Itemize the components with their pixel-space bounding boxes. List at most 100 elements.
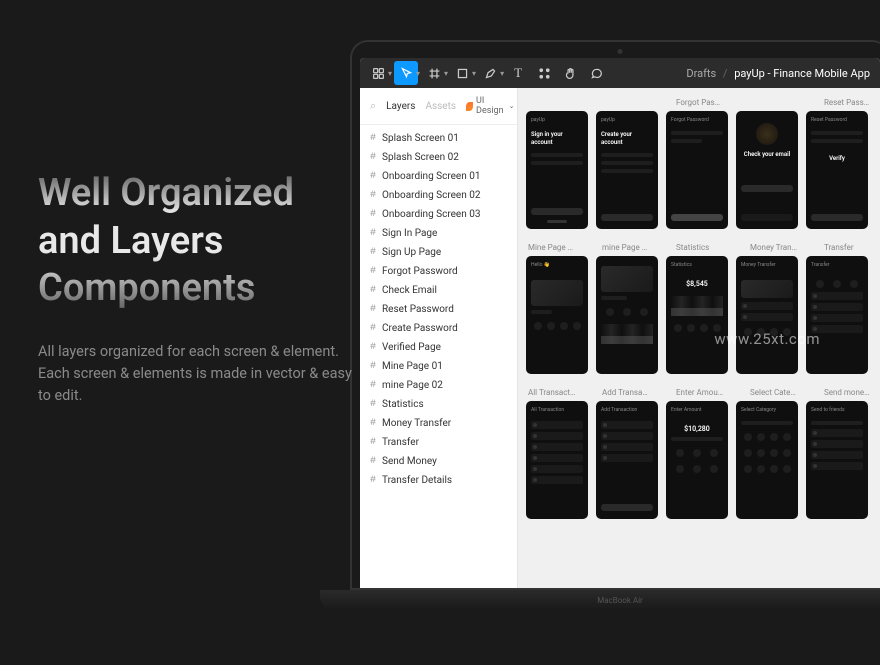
resources-icon[interactable] — [532, 61, 556, 85]
frame-label[interactable]: Add Transact... — [602, 388, 650, 397]
main-menu-icon[interactable] — [366, 61, 390, 85]
search-icon[interactable]: ⌕ — [370, 99, 376, 113]
layer-label: Money Transfer — [382, 418, 451, 429]
layer-item[interactable]: # Onboarding Screen 03 — [360, 205, 517, 224]
layer-item[interactable]: #Verified Page — [360, 338, 517, 357]
frame-label[interactable]: mine Page 02 — [602, 243, 650, 252]
layer-item[interactable]: #Splash Screen 01 — [360, 129, 517, 148]
artboard-frame[interactable]: Transfer — [806, 256, 868, 374]
frame-label[interactable] — [750, 98, 798, 107]
artboard-frame[interactable]: Money Transfer — [736, 256, 798, 374]
figma-toolbar: ▾ ▾ ▾ ▾ ▾ T Drafts / payUp - Finance Mob… — [360, 58, 880, 88]
frame-label[interactable] — [528, 98, 576, 107]
artboard-frame[interactable]: Reset PasswordVerify — [806, 111, 868, 229]
pen-tool-icon[interactable] — [478, 61, 502, 85]
frame-icon: # — [370, 247, 376, 258]
layer-item[interactable]: # Transfer Details — [360, 471, 517, 490]
artboard-frame[interactable]: payUpSign in your account — [526, 111, 588, 229]
chevron-down-icon[interactable]: ▾ — [472, 69, 476, 78]
frame-icon: # — [370, 152, 376, 163]
shape-tool-icon[interactable] — [450, 61, 474, 85]
layer-label: mine Page 02 — [382, 380, 443, 391]
artboard-frame[interactable]: Forgot Password — [666, 111, 728, 229]
frame-label[interactable]: Send money t... — [824, 388, 872, 397]
frame-icon: # — [370, 266, 376, 277]
layer-label: Onboarding Screen 01 — [382, 171, 480, 182]
layer-item[interactable]: # Statistics — [360, 395, 517, 414]
chevron-down-icon[interactable]: ▾ — [416, 69, 420, 78]
layer-item[interactable]: #Splash Screen 02 — [360, 148, 517, 167]
artboard-frame[interactable]: All Transaction — [526, 401, 588, 519]
layer-item[interactable]: #Mine Page 01 — [360, 357, 517, 376]
frame-icon: # — [370, 209, 376, 220]
frame-icon: # — [370, 456, 376, 467]
layer-item[interactable]: #Money Transfer — [360, 414, 517, 433]
camera-dot — [618, 49, 623, 54]
text-tool-icon[interactable]: T — [506, 61, 530, 85]
comment-tool-icon[interactable] — [584, 61, 608, 85]
layer-label: Forgot Password — [382, 266, 458, 277]
frame-label[interactable]: Select Categ... — [750, 388, 798, 397]
artboard-frame[interactable]: Select Category — [736, 401, 798, 519]
frame-label[interactable]: Money Transf... — [750, 243, 798, 252]
layer-label: Onboarding Screen 03 — [382, 209, 480, 220]
frame-tool-icon[interactable] — [422, 61, 446, 85]
breadcrumb-file[interactable]: payUp - Finance Mobile App — [734, 67, 870, 80]
chevron-down-icon[interactable]: ▾ — [444, 69, 448, 78]
artboard-frame[interactable]: Add Transaction — [596, 401, 658, 519]
frame-icon: # — [370, 304, 376, 315]
layer-label: Statistics — [382, 399, 424, 410]
laptop-base: MacBook Air — [320, 590, 880, 610]
layer-item[interactable]: #Onboarding Screen 01 — [360, 167, 517, 186]
chevron-down-icon[interactable]: ▾ — [388, 69, 392, 78]
layers-list: #Splash Screen 01#Splash Screen 02#Onboa… — [360, 125, 517, 588]
layer-item[interactable]: # mine Page 02 — [360, 376, 517, 395]
artboard-frame[interactable] — [596, 256, 658, 374]
layer-label: Splash Screen 01 — [382, 133, 459, 144]
frame-icon: # — [370, 190, 376, 201]
tab-layers[interactable]: Layers — [386, 101, 415, 112]
frame-icon: # — [370, 475, 376, 486]
breadcrumb[interactable]: Drafts / payUp - Finance Mobile App — [686, 67, 874, 80]
frame-icon: # — [370, 399, 376, 410]
layer-label: Transfer Details — [382, 475, 452, 486]
artboard-frame[interactable]: payUpCreate your account — [596, 111, 658, 229]
artboard-frame[interactable]: Enter Amount$10,280 — [666, 401, 728, 519]
layer-label: Check Email — [382, 285, 437, 296]
layer-item[interactable]: #Onboarding Screen 02 — [360, 186, 517, 205]
layer-item[interactable]: # Check Email — [360, 281, 517, 300]
artboard-frame[interactable]: Send to friends — [806, 401, 868, 519]
frame-label[interactable]: All Transaction — [528, 388, 576, 397]
layer-item[interactable]: #Transfer — [360, 433, 517, 452]
move-tool-icon[interactable] — [394, 61, 418, 85]
layer-item[interactable]: #Sign Up Page — [360, 243, 517, 262]
frame-label[interactable]: Forgot Password — [676, 98, 724, 107]
layer-item[interactable]: # Forgot Password — [360, 262, 517, 281]
layer-item[interactable]: #Sign In Page — [360, 224, 517, 243]
frame-icon: # — [370, 380, 376, 391]
layer-item[interactable]: #Reset Password — [360, 300, 517, 319]
layers-panel: ⌕ Layers Assets UI Design ⌄ #Splash Scre… — [360, 88, 518, 588]
page-selector[interactable]: UI Design ⌄ — [466, 96, 514, 116]
frame-icon: # — [370, 228, 376, 239]
breadcrumb-root[interactable]: Drafts — [686, 67, 716, 80]
frame-label[interactable]: Reset Password — [824, 98, 872, 107]
artboard-frame[interactable]: Check your email — [736, 111, 798, 229]
layer-item[interactable]: #Create Password — [360, 319, 517, 338]
frame-label[interactable] — [602, 98, 650, 107]
artboard-frame[interactable]: Statistics$8,545 — [666, 256, 728, 374]
frame-label[interactable]: Mine Page 01 — [528, 243, 576, 252]
frame-label[interactable]: Statistics — [676, 243, 724, 252]
layer-label: Verified Page — [382, 342, 441, 353]
hand-tool-icon[interactable] — [558, 61, 582, 85]
frame-icon: # — [370, 285, 376, 296]
frame-label[interactable]: Transfer — [824, 243, 872, 252]
chevron-down-icon[interactable]: ▾ — [500, 69, 504, 78]
tab-assets[interactable]: Assets — [425, 101, 456, 112]
layer-item[interactable]: #Send Money — [360, 452, 517, 471]
artboard-frame[interactable]: Hello 👋 — [526, 256, 588, 374]
canvas[interactable]: Forgot Password Reset Password payUpSign i… — [518, 88, 880, 588]
frame-label[interactable]: Enter Amount — [676, 388, 724, 397]
frame-icon: # — [370, 323, 376, 334]
page-icon — [466, 102, 473, 111]
